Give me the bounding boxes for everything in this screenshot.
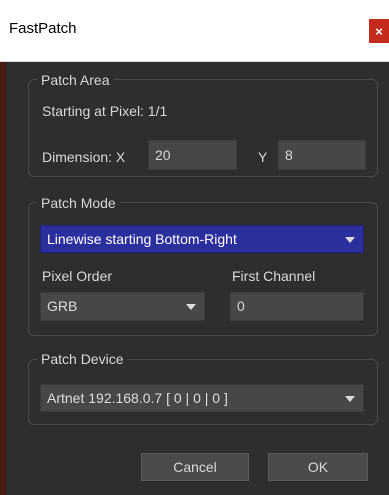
- window-title: FastPatch: [9, 20, 77, 37]
- chevron-down-icon: [186, 304, 196, 310]
- patch-area-legend: Patch Area: [37, 72, 114, 88]
- window-frame-edge: [0, 62, 6, 495]
- dimension-y-input[interactable]: 8: [278, 140, 366, 170]
- pixel-order-label: Pixel Order: [42, 268, 113, 284]
- dimension-y-label: Y: [258, 149, 268, 165]
- cancel-button[interactable]: Cancel: [141, 453, 249, 481]
- patch-device-legend: Patch Device: [37, 351, 128, 367]
- chevron-down-icon: [345, 396, 355, 402]
- starting-pixel-text: Starting at Pixel: 1/1: [42, 103, 168, 119]
- close-icon: ×: [375, 23, 383, 39]
- first-channel-input[interactable]: 0: [230, 292, 364, 321]
- chevron-down-icon: [345, 237, 355, 243]
- dimension-x-label: Dimension: X: [42, 149, 126, 165]
- dimension-x-input[interactable]: 20: [148, 140, 237, 170]
- patch-device-selected: Artnet 192.168.0.7 [ 0 | 0 | 0 ]: [47, 390, 228, 406]
- close-button[interactable]: ×: [369, 19, 389, 43]
- patch-mode-dropdown[interactable]: Linewise starting Bottom-Right: [40, 225, 364, 253]
- ok-button[interactable]: OK: [268, 453, 368, 481]
- patch-mode-legend: Patch Mode: [37, 195, 120, 211]
- pixel-order-selected: GRB: [47, 298, 78, 314]
- first-channel-label: First Channel: [232, 268, 316, 284]
- title-bar: FastPatch ×: [0, 0, 389, 62]
- pixel-order-dropdown[interactable]: GRB: [40, 292, 205, 321]
- patch-device-dropdown[interactable]: Artnet 192.168.0.7 [ 0 | 0 | 0 ]: [40, 384, 364, 412]
- patch-mode-selected: Linewise starting Bottom-Right: [47, 231, 237, 247]
